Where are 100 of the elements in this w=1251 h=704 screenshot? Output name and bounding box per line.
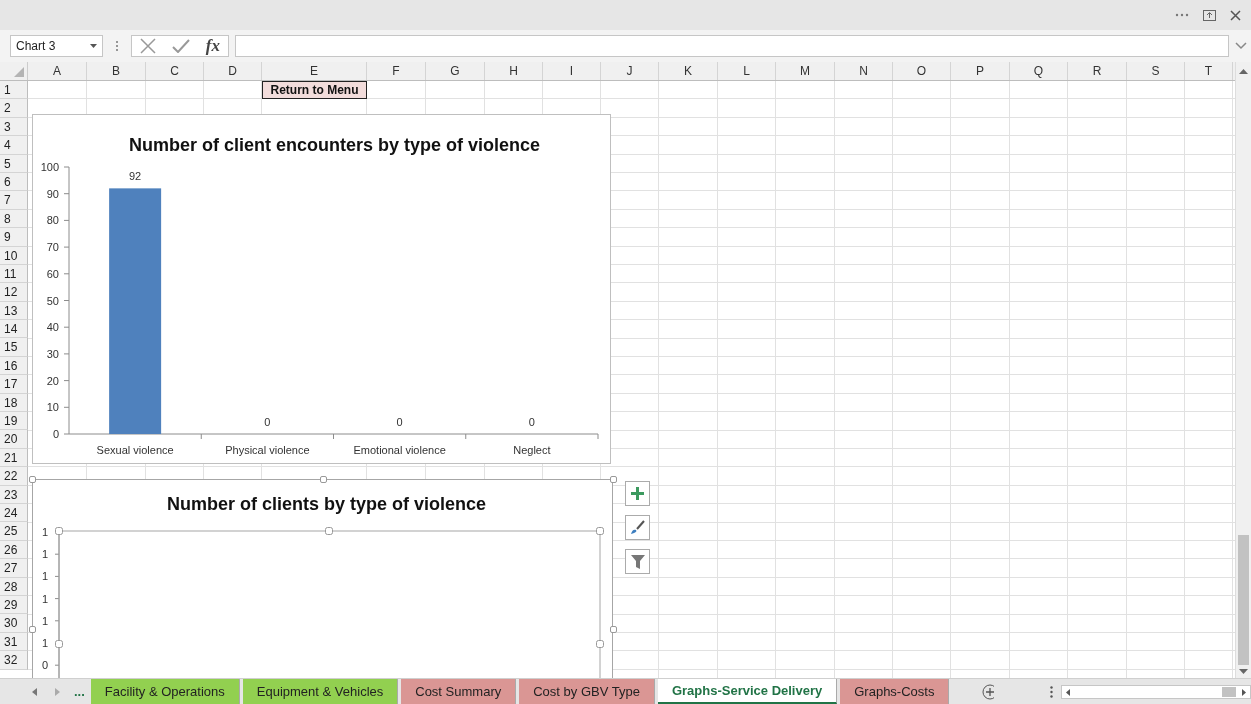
y-tick-label: 60 xyxy=(46,267,59,280)
column-header[interactable]: D xyxy=(204,62,262,80)
y-tick-label: 1 xyxy=(41,637,49,649)
data-label: 0 xyxy=(264,416,271,428)
cancel-icon[interactable] xyxy=(139,38,156,54)
column-header[interactable]: I xyxy=(543,62,601,80)
y-tick-label: 70 xyxy=(46,241,59,254)
formula-input[interactable] xyxy=(235,35,1229,57)
column-header[interactable]: L xyxy=(718,62,776,80)
plot-area[interactable] xyxy=(58,530,601,678)
row-header[interactable]: 7 xyxy=(0,191,28,210)
scroll-down-icon[interactable] xyxy=(1239,669,1248,674)
row-header[interactable]: 14 xyxy=(0,320,28,339)
horizontal-scrollbar[interactable] xyxy=(1060,684,1251,699)
scroll-thumb[interactable] xyxy=(1222,686,1236,697)
column-header[interactable]: H xyxy=(485,62,543,80)
row-header[interactable]: 12 xyxy=(0,283,28,302)
column-header[interactable]: K xyxy=(659,62,718,80)
more-icon[interactable] xyxy=(1175,13,1189,17)
column-header[interactable]: S xyxy=(1127,62,1185,80)
check-icon[interactable] xyxy=(171,39,190,53)
row-header[interactable]: 20 xyxy=(0,430,28,449)
column-header[interactable]: R xyxy=(1068,62,1127,80)
name-box[interactable]: Chart 3 xyxy=(10,35,103,57)
column-header[interactable]: P xyxy=(951,62,1010,80)
row-header[interactable]: 1 xyxy=(0,81,28,100)
scroll-up-icon[interactable] xyxy=(1239,69,1248,74)
y-tick-label: 1 xyxy=(41,548,49,561)
category-label: Emotional violence xyxy=(353,444,446,456)
column-header[interactable]: A xyxy=(28,62,87,80)
y-tick-label: 50 xyxy=(46,294,59,307)
sheet-tab[interactable]: Cost by GBV Type xyxy=(519,679,655,704)
vertical-scrollbar[interactable] xyxy=(1235,62,1251,678)
row-header[interactable]: 15 xyxy=(0,338,28,357)
expand-chevron-icon[interactable] xyxy=(1235,42,1247,50)
row-header[interactable]: 2 xyxy=(0,99,28,118)
splitter-icon[interactable] xyxy=(1050,685,1053,698)
scroll-left-icon[interactable] xyxy=(1065,688,1070,696)
column-header[interactable]: C xyxy=(146,62,204,80)
sheet-tab[interactable]: Graphs-Costs xyxy=(840,679,950,704)
y-tick-label: 10 xyxy=(46,401,59,414)
y-tick-label: 1 xyxy=(41,526,49,538)
data-label: 92 xyxy=(129,170,142,183)
column-header[interactable]: E xyxy=(262,62,367,80)
ribbon-display-icon[interactable] xyxy=(1203,9,1216,21)
resize-handle[interactable] xyxy=(319,476,327,483)
resize-handle[interactable] xyxy=(596,527,604,535)
column-header[interactable]: M xyxy=(776,62,835,80)
chart-style-button[interactable] xyxy=(625,515,650,540)
resize-handle[interactable] xyxy=(55,640,63,648)
row-header[interactable]: 27 xyxy=(0,559,28,578)
resize-handle[interactable] xyxy=(55,527,63,535)
y-tick-label: 80 xyxy=(46,214,59,227)
sheet-tab[interactable]: Equipment & Vehicles xyxy=(242,679,399,704)
more-sheets-link[interactable]: ... xyxy=(68,684,91,699)
add-element-button[interactable] xyxy=(625,481,650,506)
row-header[interactable]: 4 xyxy=(0,136,28,155)
next-sheet-icon[interactable] xyxy=(55,687,60,696)
select-all-icon[interactable] xyxy=(14,67,24,77)
data-label: 0 xyxy=(396,416,403,428)
sheet-tab[interactable]: Graphs-Service Delivery xyxy=(657,679,838,704)
row-header[interactable]: 22 xyxy=(0,467,28,486)
chart-area[interactable]: Number of client encounters by type of violence 0 10 20 30 40 50 60 70 80 90 100 92 0 0 0 Sexual violence Physical violence Emotional violence Neglect xyxy=(32,114,611,464)
previous-sheet-icon[interactable] xyxy=(32,687,37,696)
row-header[interactable]: 30 xyxy=(0,614,28,633)
column-header[interactable]: N xyxy=(835,62,893,80)
y-tick-label: 1 xyxy=(41,614,49,627)
row-header[interactable]: 19 xyxy=(0,412,28,431)
resize-handle[interactable] xyxy=(610,476,617,483)
resize-handle[interactable] xyxy=(325,527,333,535)
close-icon[interactable] xyxy=(1230,9,1241,21)
column-header[interactable]: B xyxy=(87,62,146,80)
column-header[interactable]: F xyxy=(367,62,426,80)
filter-button[interactable] xyxy=(625,549,650,574)
grip-icon xyxy=(115,40,119,52)
scroll-thumb[interactable] xyxy=(1238,535,1249,665)
chart-title: Number of clients by type of violence xyxy=(166,494,487,514)
data-label: 0 xyxy=(528,416,535,428)
y-tick-label: 0 xyxy=(52,428,59,440)
y-tick-label: 1 xyxy=(41,570,49,583)
resize-handle[interactable] xyxy=(29,476,36,483)
scroll-right-icon[interactable] xyxy=(1242,688,1246,696)
new-sheet-icon[interactable] xyxy=(982,683,995,700)
column-header[interactable]: J xyxy=(601,62,659,80)
column-header[interactable]: T xyxy=(1185,62,1233,80)
column-header[interactable]: O xyxy=(893,62,951,80)
column-header[interactable]: G xyxy=(426,62,485,80)
row-header[interactable]: 32 xyxy=(0,651,28,670)
sheet-tab[interactable]: Cost Summary xyxy=(401,679,517,704)
insert-function-label[interactable]: fx xyxy=(205,36,220,56)
category-label: Physical violence xyxy=(225,444,310,456)
y-tick-label: 40 xyxy=(46,321,59,334)
dropdown-caret-icon[interactable] xyxy=(90,44,97,48)
row-header[interactable]: 17 xyxy=(0,375,28,394)
return-to-menu-button[interactable]: Return to Menu xyxy=(262,81,367,100)
sheet-tab[interactable]: Facility & Operations xyxy=(90,679,240,704)
row-header[interactable]: 25 xyxy=(0,522,28,541)
resize-handle[interactable] xyxy=(29,626,36,633)
row-header[interactable]: 9 xyxy=(0,228,28,247)
column-header[interactable]: Q xyxy=(1010,62,1068,80)
